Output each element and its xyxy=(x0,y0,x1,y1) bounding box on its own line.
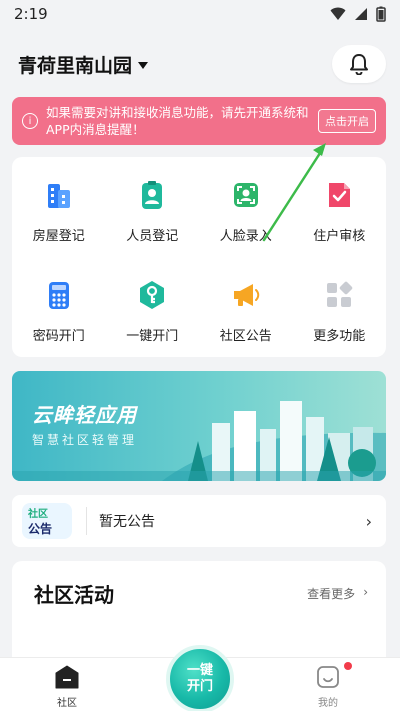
section-title: 社区活动 xyxy=(34,583,114,607)
grid-item-password-unlock[interactable]: 密码开门 xyxy=(12,277,106,369)
announcement-bar[interactable]: 社区 公告 暂无公告 › xyxy=(12,495,386,547)
status-time: 2:19 xyxy=(14,5,48,23)
grid-item-resident-review[interactable]: 住户审核 xyxy=(293,177,387,277)
tag-top: 社区 xyxy=(28,509,48,520)
tag-bottom: 公告 xyxy=(28,522,53,536)
function-grid: 房屋登记 人员登记 人脸录入 住户审核 密码开门 一键开门 社区公告 更多功能 xyxy=(12,157,386,357)
building-icon xyxy=(41,177,77,213)
wifi-icon xyxy=(330,7,346,20)
nav-label: 社区 xyxy=(57,698,77,709)
promo-subtitle: 智慧社区轻管理 xyxy=(32,433,138,447)
status-icons xyxy=(330,6,386,22)
community-selector[interactable]: 青荷里南山园 xyxy=(18,51,149,78)
document-check-icon xyxy=(321,177,357,213)
view-more-label: 查看更多 xyxy=(307,587,356,601)
fab-line-2: 开门 xyxy=(186,679,213,694)
announcement-text: 暂无公告 xyxy=(99,514,155,530)
smiley-face-icon xyxy=(317,666,339,688)
grid-item-one-tap-unlock[interactable]: 一键开门 xyxy=(106,277,200,369)
view-more-link[interactable]: 查看更多 › xyxy=(307,585,368,602)
enable-notifications-button[interactable]: 点击开启 xyxy=(318,109,376,133)
grid-item-person-registration[interactable]: 人员登记 xyxy=(106,177,200,277)
status-bar: 2:19 xyxy=(0,0,400,28)
grid-item-more-functions[interactable]: 更多功能 xyxy=(293,277,387,369)
signal-icon xyxy=(355,8,367,20)
bell-icon xyxy=(350,54,368,75)
grid-item-label: 住户审核 xyxy=(313,229,366,244)
chevron-right-icon: › xyxy=(365,511,372,531)
grid-item-label: 房屋登记 xyxy=(32,229,85,244)
grid-item-house-registration[interactable]: 房屋登记 xyxy=(12,177,106,277)
nav-label: 我的 xyxy=(318,698,338,709)
apps-icon xyxy=(321,277,357,313)
battery-icon xyxy=(376,6,386,22)
caret-down-icon xyxy=(138,61,149,69)
notification-button[interactable] xyxy=(332,45,386,83)
keypad-icon xyxy=(41,277,77,313)
chevron-right-icon: › xyxy=(363,585,368,599)
one-tap-unlock-button[interactable]: 一键 开门 xyxy=(166,645,234,711)
divider xyxy=(86,507,87,535)
grid-item-label: 一键开门 xyxy=(126,329,179,344)
notice-text: 如果需要对讲和接收消息功能，请先开通系统和APP内消息提醒！ xyxy=(46,105,309,137)
nav-item-community[interactable]: 社区 xyxy=(37,664,97,709)
announcement-tag: 社区 公告 xyxy=(22,503,72,539)
grid-item-face-enrollment[interactable]: 人脸录入 xyxy=(199,177,293,277)
home-icon xyxy=(55,665,79,689)
grid-item-label: 人员登记 xyxy=(126,229,179,244)
key-icon xyxy=(134,277,170,313)
fab-line-1: 一键 xyxy=(186,663,213,678)
grid-item-community-notice[interactable]: 社区公告 xyxy=(199,277,293,369)
nav-item-me[interactable]: 我的 xyxy=(298,662,358,709)
megaphone-icon xyxy=(228,277,264,313)
id-badge-icon xyxy=(134,177,170,213)
face-scan-icon xyxy=(228,177,264,213)
grid-item-label: 人脸录入 xyxy=(219,229,272,244)
grid-item-label: 社区公告 xyxy=(219,329,272,344)
notification-dot xyxy=(344,662,352,670)
promo-title: 云眸轻应用 xyxy=(32,403,137,427)
community-name: 青荷里南山园 xyxy=(18,54,133,77)
info-icon: i xyxy=(22,113,38,129)
header: 青荷里南山园 xyxy=(0,44,400,84)
promo-banner[interactable]: 云眸轻应用 智慧社区轻管理 xyxy=(12,371,386,481)
grid-item-label: 密码开门 xyxy=(32,329,85,344)
notification-permission-banner: i 如果需要对讲和接收消息功能，请先开通系统和APP内消息提醒！ 点击开启 xyxy=(12,97,386,145)
grid-item-label: 更多功能 xyxy=(313,329,366,344)
